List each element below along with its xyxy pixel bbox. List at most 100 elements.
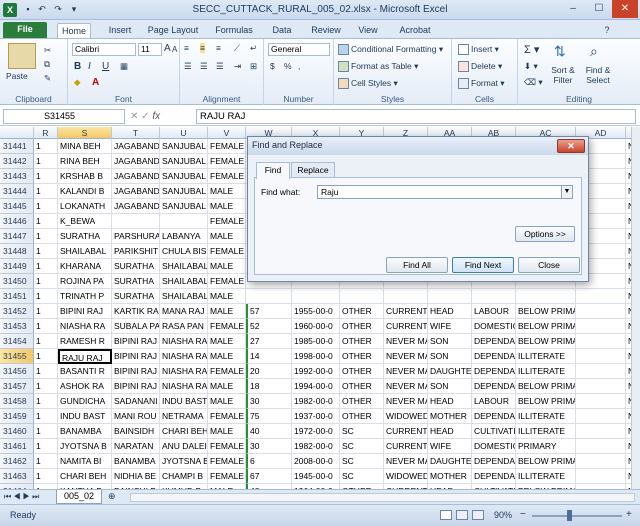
grid-cell[interactable]: WIFE [428,439,472,454]
tab-acrobat[interactable]: Acrobat [390,23,440,38]
grid-cell[interactable]: ILLITERATE [516,424,576,439]
grid-cell[interactable]: 67 [246,469,292,484]
find-what-input[interactable]: Raju [317,185,573,199]
grid-cell[interactable] [576,379,626,394]
grid-cell[interactable]: 1 [34,334,58,349]
grid-cell[interactable]: NEVER MA [384,379,428,394]
grid-cell[interactable]: SUBALA PA [112,319,160,334]
find-next-button[interactable]: Find Next [452,257,514,273]
maximize-button[interactable]: ☐ [586,0,612,18]
grid-cell[interactable] [516,289,576,304]
grid-cell[interactable]: SON [428,334,472,349]
grid-cell[interactable] [576,319,626,334]
grid-cell[interactable]: WIDOWED [384,409,428,424]
row-header[interactable]: 31450 [0,274,34,289]
grid-cell[interactable]: BELOW PRIMARY [516,379,576,394]
grid-cell[interactable] [576,364,626,379]
grid-cell[interactable]: 1 [34,469,58,484]
grid-cell[interactable]: FEMALE [208,139,246,154]
grid-cell[interactable]: 1982-00-0 [292,439,340,454]
grid-cell[interactable] [576,394,626,409]
number-format-select[interactable]: General [268,43,330,56]
grid-cell[interactable]: 1982-00-0 [292,394,340,409]
column-header-T[interactable]: T [112,127,160,139]
grid-cell[interactable]: JYOTSNA B [160,454,208,469]
grid-cell[interactable]: PARIKSHIT [112,244,160,259]
row-header[interactable]: 31460 [0,424,34,439]
grid-cell[interactable] [340,289,384,304]
grid-cell[interactable]: SHAILABAL [58,244,112,259]
grid-cell[interactable]: BAINSIDH [112,424,160,439]
align-bottom-icon[interactable]: ≡ [216,43,221,53]
grid-cell[interactable]: LABOUR [472,394,516,409]
grid-cell[interactable]: FEMALE [208,154,246,169]
grid-cell[interactable]: SC [340,469,384,484]
grid-cell[interactable]: 1 [34,454,58,469]
cut-icon[interactable]: ✂ [44,45,51,56]
grid-cell[interactable]: 1 [34,289,58,304]
grid-cell[interactable]: 20 [246,364,292,379]
row-header[interactable]: 31443 [0,169,34,184]
grid-cell[interactable]: NIASHA RA [58,319,112,334]
row-header[interactable]: 31456 [0,364,34,379]
autosum-icon[interactable]: Σ ▾ [524,43,539,56]
minimize-button[interactable]: – [560,0,586,18]
grid-cell[interactable]: BIPINI RAJ [58,304,112,319]
grid-cell[interactable]: NEVER MA [384,364,428,379]
fill-icon[interactable]: ⬇ ▾ [524,61,538,72]
tab-page-layout[interactable]: Page Layout [142,23,204,38]
grid-cell[interactable]: SANJUBAL [160,184,208,199]
grid-cell[interactable]: CHARI BEH [58,469,112,484]
grid-cell[interactable]: BELOW PRIMARY [516,454,576,469]
grid-cell[interactable]: DAUGHTER [428,364,472,379]
grid-cell[interactable]: ILLITERATE [516,469,576,484]
grid-cell[interactable]: CHARI BEH [160,424,208,439]
grid-cell[interactable]: INDU BAST [58,409,112,424]
grid-cell[interactable]: BIPINI RAJ [112,364,160,379]
row-header[interactable]: 31461 [0,439,34,454]
row-header[interactable]: 31463 [0,469,34,484]
tab-formulas[interactable]: Formulas [208,23,260,38]
grid-cell[interactable]: 30 [246,394,292,409]
row-header[interactable]: 31451 [0,289,34,304]
grid-cell[interactable]: 1 [34,259,58,274]
tab-replace[interactable]: Replace [291,162,335,178]
grid-cell[interactable]: 57 [246,304,292,319]
grid-cell[interactable]: NIASHA RA [160,349,208,364]
grid-cell[interactable]: RASA PAN [160,319,208,334]
grid-cell[interactable]: 1 [34,409,58,424]
row-header[interactable]: 31441 [0,139,34,154]
grid-cell[interactable]: FEMALE [208,364,246,379]
grid-cell[interactable]: 1960-00-0 [292,319,340,334]
grid-cell[interactable]: K_BEWA [58,214,112,229]
bold-button[interactable]: B [74,61,81,72]
grid-cell[interactable]: OTHER [340,364,384,379]
column-header-R[interactable]: R [34,127,58,139]
grid-cell[interactable]: DAUGHTER [428,454,472,469]
grid-cell[interactable]: FEMALE [208,409,246,424]
format-button[interactable]: Format ▾ [458,78,505,90]
sort-filter-button[interactable]: Sort & Filter [548,65,578,85]
grid-cell[interactable]: BELOW PRIMARY [516,304,576,319]
grid-cell[interactable]: 1 [34,214,58,229]
grid-cell[interactable]: BASANTI R [58,364,112,379]
tab-data[interactable]: Data [264,23,300,38]
row-header[interactable]: 31462 [0,454,34,469]
grid-cell[interactable]: 30 [246,439,292,454]
grid-cell[interactable]: 1 [34,379,58,394]
grid-cell[interactable]: 1 [34,244,58,259]
binoculars-icon[interactable]: ⌕ [590,43,598,60]
grid-cell[interactable]: CURRENTL [384,439,428,454]
align-top-icon[interactable]: ≡ [184,43,189,53]
wrap-text-icon[interactable]: ↵ [250,43,257,54]
grid-cell[interactable]: 18 [246,379,292,394]
grid-cell[interactable] [576,469,626,484]
find-all-button[interactable]: Find All [386,257,448,273]
grid-cell[interactable]: 27 [246,334,292,349]
grid-cell[interactable]: SANJUBAL [160,154,208,169]
grid-cell[interactable]: NEVER MA [384,454,428,469]
grid-cell[interactable]: OTHER [340,304,384,319]
help-icon[interactable]: ? [600,23,614,38]
grid-cell[interactable]: WIFE [428,319,472,334]
fx-icon[interactable]: fx [152,111,160,122]
